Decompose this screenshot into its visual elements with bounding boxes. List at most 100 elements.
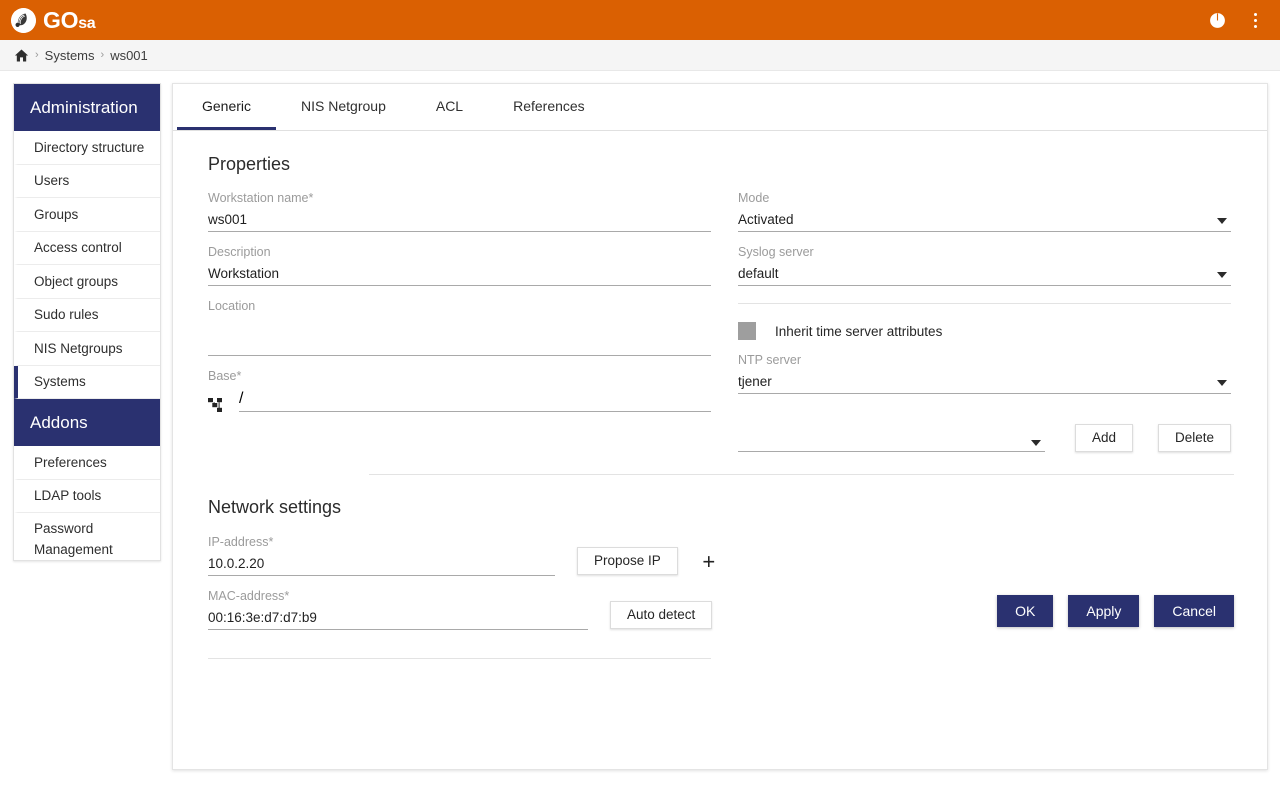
tab-references[interactable]: References (488, 84, 610, 130)
sidebar-group-addons-title: Addons (14, 399, 160, 446)
sidebar-item-label: Directory structure (34, 140, 144, 155)
mac-address-input[interactable]: 00:16:3e:d7:d7:b9 (208, 606, 588, 630)
ntp-list-select[interactable] (738, 426, 1045, 452)
apply-button[interactable]: Apply (1068, 595, 1139, 627)
sidebar-item-label: Object groups (34, 274, 118, 289)
workstation-name-label: Workstation name* (208, 188, 711, 208)
sidebar-item-groups[interactable]: Groups (14, 198, 160, 232)
syslog-server-label: Syslog server (738, 242, 1231, 262)
breadcrumb: › Systems › ws001 (0, 40, 1280, 71)
sidebar-item-access-control[interactable]: Access control (14, 232, 160, 266)
header-actions (1200, 3, 1272, 37)
mode-label: Mode (738, 188, 1231, 208)
sidebar-item-label: Sudo rules (34, 307, 99, 322)
mac-address-field: MAC-address* 00:16:3e:d7:d7:b9 (208, 586, 588, 630)
sidebar-item-object-groups[interactable]: Object groups (14, 265, 160, 299)
sidebar: Administration Directory structure Users… (13, 83, 161, 561)
plus-icon[interactable]: + (697, 550, 721, 574)
network-section-title: Network settings (173, 475, 1267, 518)
chevron-down-icon[interactable] (1217, 380, 1227, 386)
tab-label: Generic (202, 98, 251, 114)
cancel-button[interactable]: Cancel (1154, 595, 1234, 627)
location-label: Location (208, 296, 711, 316)
sidebar-item-label: Preferences (34, 455, 107, 470)
sidebar-item-label: Users (34, 173, 69, 188)
tab-label: References (513, 98, 585, 114)
ntp-list-field (738, 426, 1045, 452)
properties-section-title: Properties (173, 131, 1267, 175)
mode-select[interactable]: Activated (738, 208, 1231, 232)
base-row: / (208, 386, 711, 412)
chevron-down-icon[interactable] (1217, 272, 1227, 278)
content-card: Generic NIS Netgroup ACL References Prop… (172, 83, 1268, 770)
sidebar-group-administration-title: Administration (14, 84, 160, 131)
sitemap-icon[interactable] (208, 398, 223, 412)
right-column-divider (738, 303, 1231, 304)
app-header: GOsa (0, 0, 1280, 40)
ntp-server-label: NTP server (738, 350, 1231, 370)
ip-address-label: IP-address* (208, 532, 555, 552)
mode-field: Mode Activated (738, 188, 1231, 232)
base-input[interactable]: / (239, 386, 711, 412)
sidebar-item-nis-netgroups[interactable]: NIS Netgroups (14, 332, 160, 366)
brand-sa-text: sa (78, 15, 95, 32)
chevron-down-icon[interactable] (1031, 440, 1041, 446)
sidebar-item-users[interactable]: Users (14, 165, 160, 199)
sidebar-item-label: NIS Netgroups (34, 341, 123, 356)
ntp-server-field: NTP server tjener (738, 350, 1231, 394)
base-label: Base* (208, 366, 711, 386)
breadcrumb-separator-2: › (101, 49, 105, 61)
sidebar-item-systems[interactable]: Systems (14, 366, 160, 400)
tab-label: NIS Netgroup (301, 98, 386, 114)
sidebar-item-preferences[interactable]: Preferences (14, 446, 160, 480)
syslog-server-field: Syslog server default (738, 242, 1231, 286)
location-input[interactable] (208, 316, 711, 356)
ok-button[interactable]: OK (997, 595, 1053, 627)
ip-address-field: IP-address* 10.0.2.20 (208, 532, 555, 576)
properties-grid: Workstation name* ws001 Description Work… (173, 175, 1267, 452)
brand-title: GOsa (43, 9, 95, 32)
sidebar-item-label: Systems (34, 374, 86, 389)
mac-address-label: MAC-address* (208, 586, 588, 606)
base-field: Base* / (208, 366, 711, 412)
auto-detect-button[interactable]: Auto detect (610, 601, 712, 629)
brand-logo[interactable]: GOsa (11, 8, 95, 33)
delete-button[interactable]: Delete (1158, 424, 1231, 452)
description-label: Description (208, 242, 711, 262)
inherit-time-server-checkbox[interactable] (738, 322, 756, 340)
ntp-list-row: Add Delete (738, 424, 1231, 452)
location-field: Location (208, 296, 711, 356)
sidebar-item-label: LDAP tools (34, 488, 101, 503)
syslog-server-select[interactable]: default (738, 262, 1231, 286)
description-field: Description Workstation (208, 242, 711, 286)
pie-timer-icon[interactable] (1200, 3, 1234, 37)
workstation-name-input[interactable]: ws001 (208, 208, 711, 232)
form-actions: OK Apply Cancel (997, 595, 1234, 627)
sidebar-item-label: Groups (34, 207, 78, 222)
home-icon[interactable] (14, 48, 29, 63)
description-input[interactable]: Workstation (208, 262, 711, 286)
breadcrumb-item-systems[interactable]: Systems (45, 48, 95, 63)
tab-nis-netgroup[interactable]: NIS Netgroup (276, 84, 411, 130)
add-button[interactable]: Add (1075, 424, 1133, 452)
sidebar-item-sudo-rules[interactable]: Sudo rules (14, 299, 160, 333)
properties-left-column: Workstation name* ws001 Description Work… (173, 188, 711, 452)
tab-acl[interactable]: ACL (411, 84, 488, 130)
brand-go-text: GO (43, 7, 78, 33)
inherit-time-server-row[interactable]: Inherit time server attributes (738, 322, 1231, 340)
chevron-down-icon[interactable] (1217, 218, 1227, 224)
ip-address-row: IP-address* 10.0.2.20 Propose IP + (208, 532, 1267, 576)
propose-ip-button[interactable]: Propose IP (577, 547, 678, 575)
tab-generic[interactable]: Generic (177, 84, 276, 130)
kebab-menu-icon[interactable] (1238, 3, 1272, 37)
ntp-server-select[interactable]: tjener (738, 370, 1231, 394)
ip-address-input[interactable]: 10.0.2.20 (208, 552, 555, 576)
sidebar-item-label: Access control (34, 240, 122, 255)
kebab-dots (1254, 13, 1257, 28)
sidebar-item-password-management[interactable]: Password Management (14, 513, 160, 560)
sidebar-item-directory-structure[interactable]: Directory structure (14, 131, 160, 165)
tab-label: ACL (436, 98, 463, 114)
breadcrumb-item-ws001[interactable]: ws001 (110, 48, 148, 63)
sidebar-item-ldap-tools[interactable]: LDAP tools (14, 480, 160, 514)
network-fields: IP-address* 10.0.2.20 Propose IP + MAC-a… (173, 518, 1267, 659)
